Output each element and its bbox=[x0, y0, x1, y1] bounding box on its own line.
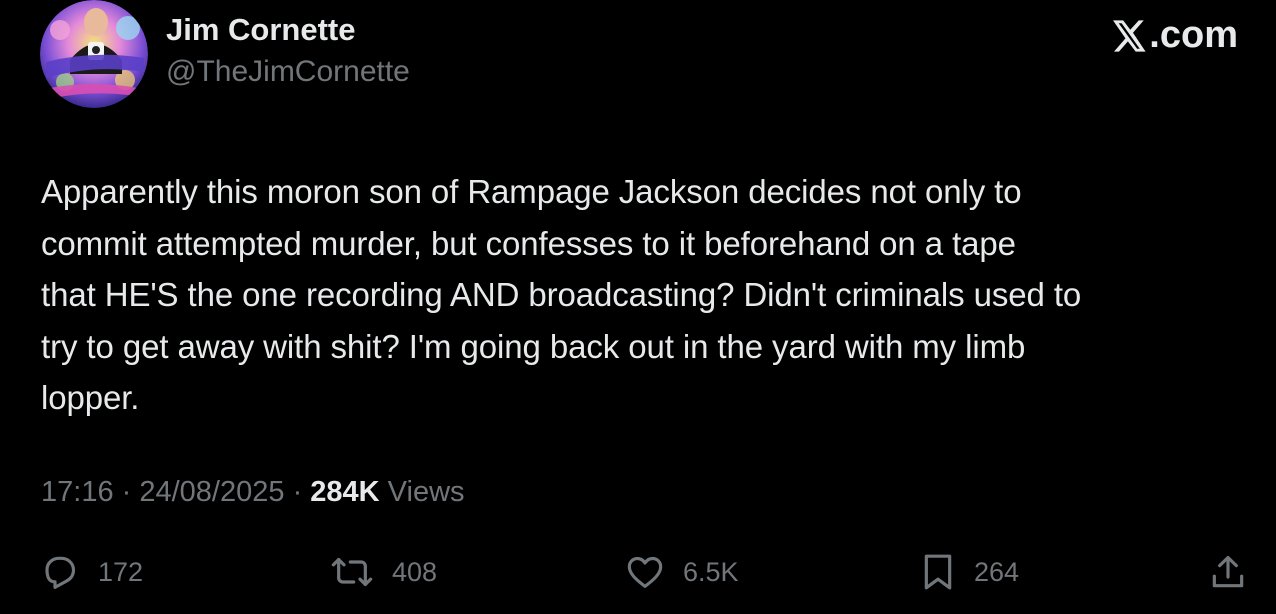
display-name[interactable]: Jim Cornette bbox=[166, 12, 355, 48]
repost-button[interactable]: 408 bbox=[330, 552, 437, 592]
brand-label: .com bbox=[1149, 14, 1238, 56]
x-logo-icon bbox=[1113, 19, 1146, 52]
views-label: Views bbox=[379, 476, 465, 508]
like-count: 6.5K bbox=[683, 556, 739, 587]
like-button[interactable]: 6.5K bbox=[625, 552, 739, 592]
reply-button[interactable]: 172 bbox=[40, 552, 143, 592]
repost-count: 408 bbox=[392, 556, 438, 587]
bookmark-button[interactable]: 264 bbox=[920, 552, 1019, 592]
meta-separator: · bbox=[113, 476, 140, 508]
meta-separator: · bbox=[284, 476, 311, 508]
user-handle[interactable]: @TheJimCornette bbox=[166, 55, 410, 89]
brand-watermark: .com bbox=[1113, 14, 1238, 57]
tweet-text: Apparently this moron son of Rampage Jac… bbox=[41, 173, 1082, 416]
tweet-date[interactable]: 24/08/2025 bbox=[139, 476, 284, 508]
reply-count: 172 bbox=[98, 556, 144, 587]
views-count: 284K bbox=[310, 476, 380, 508]
heart-icon bbox=[627, 556, 663, 588]
avatar[interactable] bbox=[40, 0, 148, 108]
share-icon bbox=[1212, 555, 1244, 588]
share-button[interactable] bbox=[1208, 552, 1248, 592]
avatar-image bbox=[40, 0, 148, 108]
bookmark-icon bbox=[924, 554, 952, 590]
reply-icon bbox=[45, 556, 76, 589]
repost-icon bbox=[331, 557, 373, 587]
bookmark-count: 264 bbox=[974, 556, 1020, 587]
tweet-time[interactable]: 17:16 bbox=[41, 476, 114, 508]
tweet-meta: 17:16 · 24/08/2025 · 284K Views bbox=[41, 476, 465, 509]
